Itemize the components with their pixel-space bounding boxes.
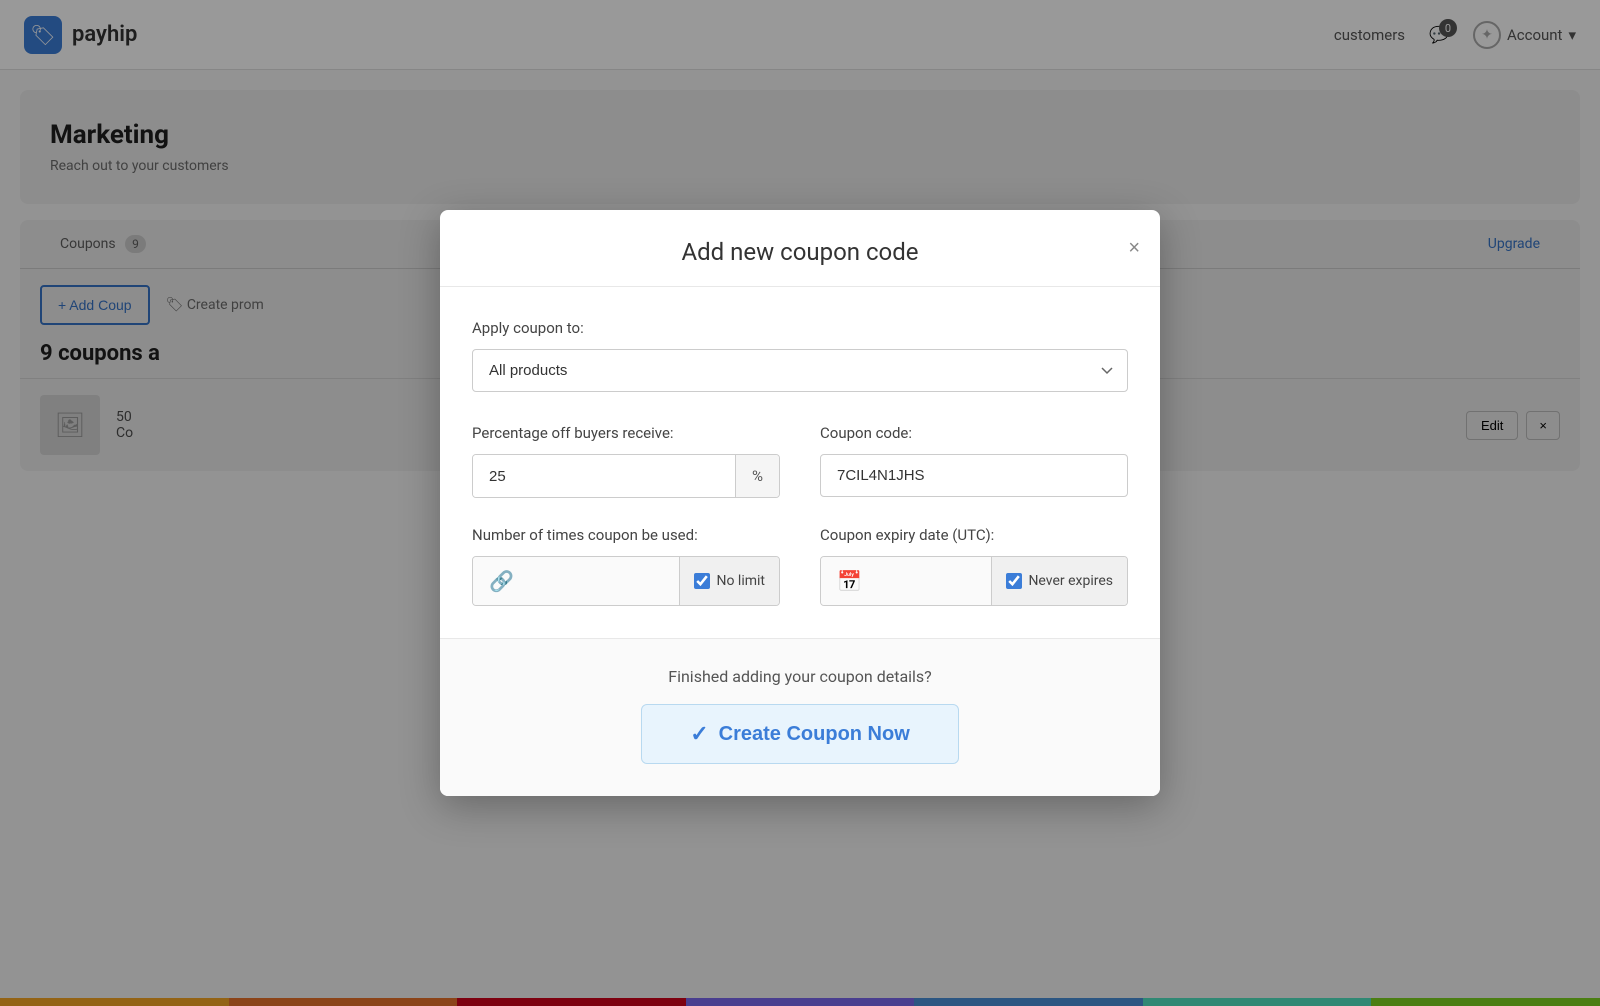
create-coupon-button[interactable]: ✓ Create Coupon Now — [641, 704, 959, 764]
apply-coupon-section: Apply coupon to: All products — [472, 319, 1128, 392]
coupon-code-col: Coupon code: — [820, 424, 1128, 498]
usage-expiry-row: Number of times coupon be used: 🔗 No lim… — [472, 526, 1128, 606]
never-expires-checkbox[interactable] — [1006, 573, 1022, 589]
usage-input-group: 🔗 No limit — [472, 556, 780, 606]
modal-header: Add new coupon code × — [440, 210, 1160, 287]
usage-label: Number of times coupon be used: — [472, 526, 780, 544]
modal-body: Apply coupon to: All products Percentage… — [440, 287, 1160, 638]
expiry-input-group: 📅 Never expires — [820, 556, 1128, 606]
percentage-symbol: % — [735, 455, 779, 497]
percentage-label: Percentage off buyers receive: — [472, 424, 780, 442]
footer-text: Finished adding your coupon details? — [472, 667, 1128, 686]
calendar-icon: 📅 — [837, 569, 862, 593]
apply-coupon-select[interactable]: All products — [472, 349, 1128, 392]
expiry-col: Coupon expiry date (UTC): 📅 Never expire… — [820, 526, 1128, 606]
no-limit-checkbox[interactable] — [694, 573, 710, 589]
percentage-input-group: % — [472, 454, 780, 498]
no-limit-area: No limit — [679, 557, 779, 605]
percentage-input[interactable] — [473, 455, 735, 497]
percentage-col: Percentage off buyers receive: % — [472, 424, 780, 498]
create-coupon-label: Create Coupon Now — [719, 723, 910, 746]
modal-overlay[interactable]: Add new coupon code × Apply coupon to: A… — [0, 0, 1600, 1006]
create-check-icon: ✓ — [690, 721, 708, 747]
add-coupon-modal: Add new coupon code × Apply coupon to: A… — [440, 210, 1160, 796]
modal-title: Add new coupon code — [681, 238, 918, 266]
modal-footer: Finished adding your coupon details? ✓ C… — [440, 638, 1160, 796]
coupon-code-input[interactable] — [820, 454, 1128, 497]
never-expires-label[interactable]: Never expires — [1028, 573, 1113, 589]
percentage-coupon-row: Percentage off buyers receive: % Coupon … — [472, 424, 1128, 498]
coupon-code-label: Coupon code: — [820, 424, 1128, 442]
expiry-icon-area: 📅 — [821, 557, 991, 605]
modal-close-button[interactable]: × — [1128, 238, 1140, 258]
apply-coupon-label: Apply coupon to: — [472, 319, 1128, 337]
link-icon: 🔗 — [489, 569, 514, 593]
usage-col: Number of times coupon be used: 🔗 No lim… — [472, 526, 780, 606]
usage-icon-area: 🔗 — [473, 557, 679, 605]
never-expires-area: Never expires — [991, 557, 1127, 605]
no-limit-label[interactable]: No limit — [716, 573, 765, 589]
expiry-label: Coupon expiry date (UTC): — [820, 526, 1128, 544]
